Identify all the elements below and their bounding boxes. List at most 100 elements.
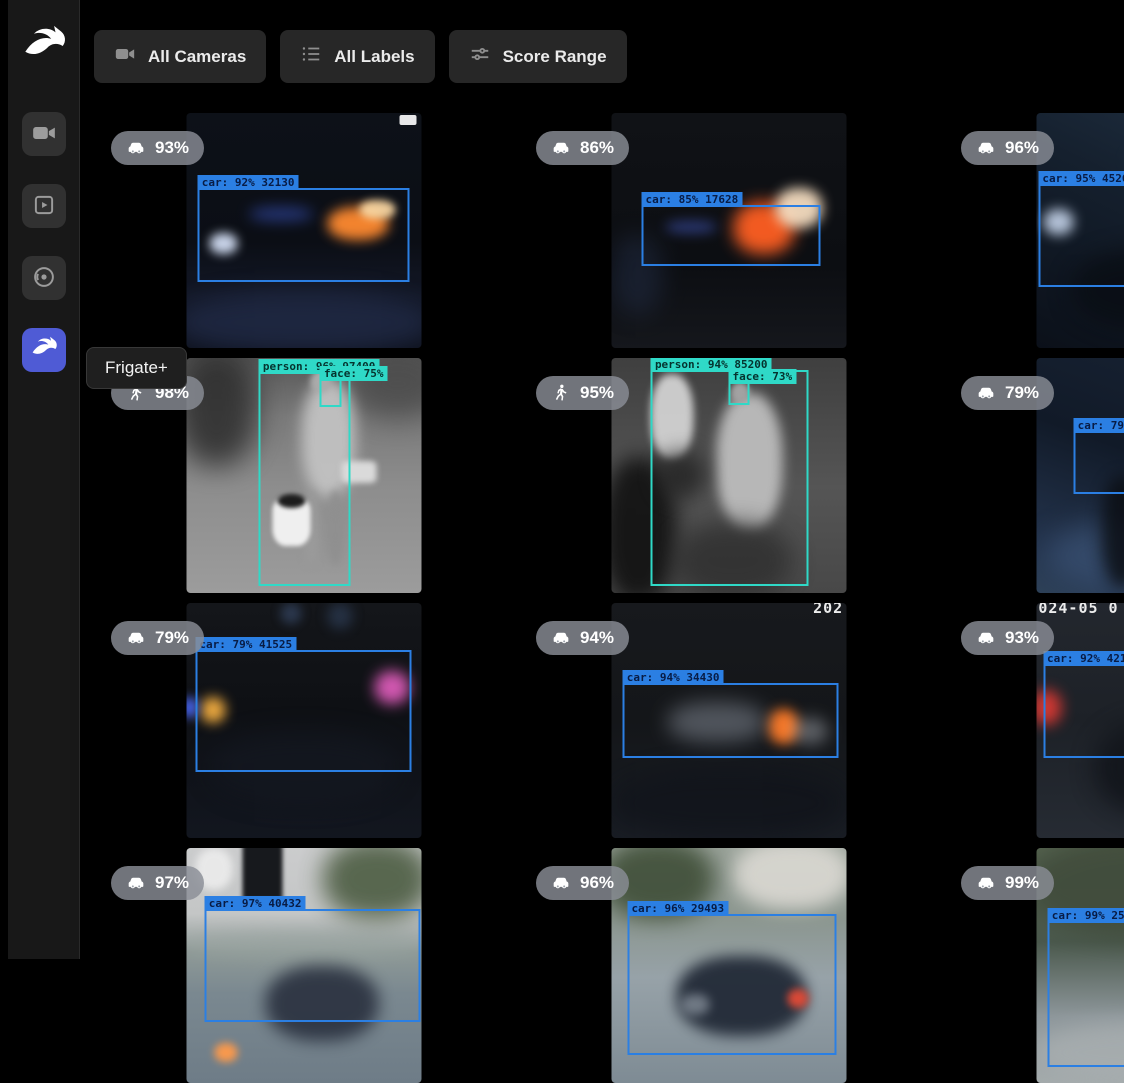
score-badge: 93% <box>961 621 1054 655</box>
bounding-box: car: 92% 4216 <box>1043 664 1124 758</box>
bounding-box: car: 96% 29493 <box>627 914 836 1055</box>
camera-timestamp-overlay: 024-05 0 <box>1038 603 1118 617</box>
detection-card[interactable]: car: 96% 29493 96% <box>520 848 937 1083</box>
bounding-box-label: car: 95% 45260 <box>1038 171 1124 186</box>
frigate-bird-icon <box>21 23 67 69</box>
review-icon <box>31 192 57 221</box>
person-walking-icon <box>551 383 571 403</box>
detection-thumbnail: car: 97% 40432 <box>186 848 421 1083</box>
car-icon <box>126 873 146 893</box>
score-badge: 79% <box>111 621 204 655</box>
scene-glow <box>327 603 353 629</box>
car-icon <box>551 628 571 648</box>
filter-toolbar: All Cameras All Labels Score Range <box>80 0 1124 83</box>
filter-label: All Labels <box>334 47 414 67</box>
scene-glow <box>214 1043 238 1062</box>
bounding-box: car: 94% 34430 <box>623 683 839 758</box>
car-icon <box>551 138 571 158</box>
bounding-box: car: 99% 25 <box>1048 921 1124 1067</box>
all-labels-filter-button[interactable]: All Labels <box>280 30 434 83</box>
frigate-plus-tooltip: Frigate+ <box>86 347 187 389</box>
detection-thumbnail: car: 92% 32130 <box>186 113 421 348</box>
detection-thumbnail: person: 94% 85200face: 73% <box>611 358 846 593</box>
scene-glow <box>400 115 416 124</box>
bounding-box: face: 75% <box>320 379 341 407</box>
bounding-box-label: car: 99% 25 <box>1048 908 1124 923</box>
detection-card[interactable]: car: 99% 2599% <box>945 848 1124 1083</box>
bounding-box-label: car: 94% 34430 <box>623 670 724 685</box>
car-icon <box>976 628 996 648</box>
all-cameras-filter-button[interactable]: All Cameras <box>94 30 266 83</box>
filter-label: All Cameras <box>148 47 246 67</box>
bounding-box: car: 95% 45260 <box>1038 184 1124 287</box>
list-icon <box>300 43 322 70</box>
detection-card[interactable]: car: 85% 17628 86% <box>520 113 937 348</box>
score-value: 96% <box>580 873 614 893</box>
score-value: 96% <box>1005 138 1039 158</box>
detection-card[interactable]: car: 92% 4216 024-05 0 93% <box>945 603 1124 838</box>
score-value: 94% <box>580 628 614 648</box>
bounding-box-label: car: 79% <box>1074 418 1124 433</box>
detection-thumbnail: car: 85% 17628 <box>611 113 846 348</box>
detection-card[interactable]: car: 79% 41525 79% <box>95 603 512 838</box>
detection-thumbnail: car: 79% 41525 <box>186 603 421 838</box>
score-value: 95% <box>580 383 614 403</box>
bounding-box: car: 85% 17628 <box>642 205 821 266</box>
detection-card[interactable]: car: 95% 45260 96% <box>945 113 1124 348</box>
detection-card[interactable]: car: 94% 34430 202 94% <box>520 603 937 838</box>
scene-glow <box>611 768 846 839</box>
detection-card[interactable]: car: 97% 40432 97% <box>95 848 512 1083</box>
score-value: 93% <box>1005 628 1039 648</box>
score-value: 79% <box>155 628 189 648</box>
detection-card[interactable]: car: 92% 32130 93% <box>95 113 512 348</box>
detection-card[interactable]: person: 96% 97400face: 75%98% <box>95 358 512 593</box>
bounding-box-label: face: 75% <box>320 366 388 381</box>
sidebar-item-export[interactable] <box>22 256 66 300</box>
video-camera-icon <box>31 120 57 149</box>
sidebar-item-frigate-plus[interactable] <box>22 328 66 372</box>
score-value: 93% <box>155 138 189 158</box>
bounding-box-label: car: 96% 29493 <box>627 901 728 916</box>
scene-glow <box>186 292 421 348</box>
score-badge: 79% <box>961 376 1054 410</box>
export-disc-icon <box>31 264 57 293</box>
score-range-filter-button[interactable]: Score Range <box>449 30 627 83</box>
sidebar-item-review[interactable] <box>22 184 66 228</box>
score-badge: 86% <box>536 131 629 165</box>
car-icon <box>126 628 146 648</box>
bounding-box-label: car: 97% 40432 <box>205 896 306 911</box>
sidebar-item-cameras[interactable] <box>22 112 66 156</box>
detection-card[interactable]: car: 79% 79% <box>945 358 1124 593</box>
score-value: 97% <box>155 873 189 893</box>
detection-thumbnail: person: 96% 97400face: 75% <box>186 358 421 593</box>
camera-timestamp-overlay: 202 <box>813 603 843 617</box>
sidebar-nav <box>22 112 66 372</box>
video-camera-icon <box>114 43 136 70</box>
bounding-box: car: 79% <box>1074 431 1124 494</box>
detection-thumbnail: car: 96% 29493 <box>611 848 846 1083</box>
bounding-box: car: 79% 41525 <box>195 650 411 772</box>
car-icon <box>551 873 571 893</box>
scene-glow <box>322 848 421 919</box>
car-icon <box>126 138 146 158</box>
bounding-box: car: 92% 32130 <box>198 188 410 282</box>
scene-glow <box>186 358 257 466</box>
score-badge: 95% <box>536 376 629 410</box>
car-icon <box>976 138 996 158</box>
scene-glow <box>280 603 301 624</box>
bounding-box: car: 97% 40432 <box>205 909 421 1022</box>
scene-glow <box>733 848 846 909</box>
score-badge: 96% <box>536 866 629 900</box>
frigate-bird-icon <box>30 335 58 366</box>
score-badge: 96% <box>961 131 1054 165</box>
sidebar <box>0 0 80 959</box>
detections-grid: car: 92% 32130 93% car: 85% 17628 86% car: 9… <box>95 113 1124 1083</box>
bounding-box-label: car: 79% 41525 <box>195 637 296 652</box>
bounding-box-label: car: 85% 17628 <box>642 192 743 207</box>
main-content: All Cameras All Labels Score Range car: … <box>80 0 1124 959</box>
detection-card[interactable]: person: 94% 85200face: 73%95% <box>520 358 937 593</box>
score-badge: 97% <box>111 866 204 900</box>
scene-glow <box>242 848 282 900</box>
score-value: 79% <box>1005 383 1039 403</box>
detection-thumbnail: car: 94% 34430 202 <box>611 603 846 838</box>
